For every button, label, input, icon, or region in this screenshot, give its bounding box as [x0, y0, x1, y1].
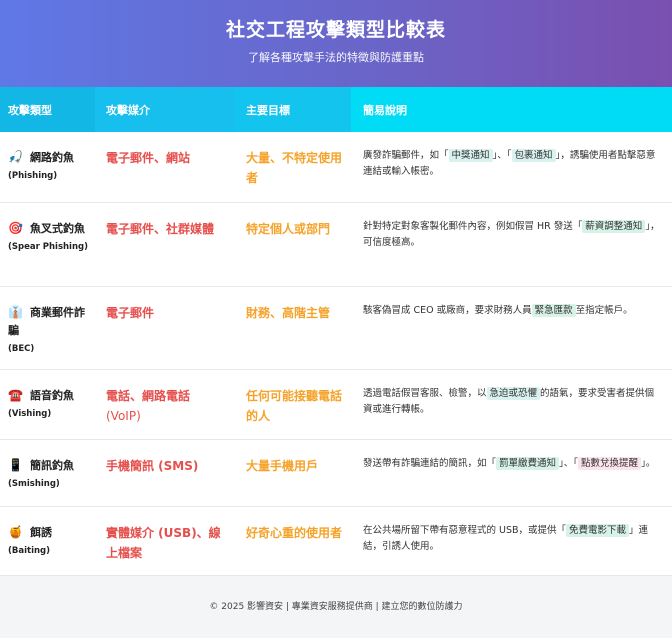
attack-type-english: (Phishing): [8, 171, 58, 181]
attack-type-cell: 🎯 魚叉式釣魚 (Spear Phishing): [0, 202, 95, 287]
highlight-tag: 包裹通知: [511, 149, 556, 162]
attack-type-cell: 🍯 餌誘 (Baiting): [0, 506, 95, 576]
attack-type-name: 語音釣魚: [30, 388, 74, 402]
telephone-icon: ☎️: [8, 387, 23, 402]
attack-type-cell: ☎️ 語音釣魚 (Vishing): [0, 369, 95, 440]
attack-type-cell: 🎣 網路釣魚 (Phishing): [0, 132, 95, 203]
table-row: 🍯 餌誘 (Baiting) 實體媒介 (USB)、線上檔案 好奇心重的使用者 在…: [0, 506, 672, 576]
attack-type-cell: 📱 簡訊釣魚 (Smishing): [0, 439, 95, 507]
table-row: 👔 商業郵件詐騙 (BEC) 電子郵件 財務、高階主管 駭客偽冒成 CEO 或廠商…: [0, 286, 672, 370]
column-header-description: 簡易說明: [351, 87, 672, 132]
table-row: 🎯 魚叉式釣魚 (Spear Phishing) 電子郵件、社群媒體 特定個人或部…: [0, 202, 672, 287]
highlight-tag: 薪資調整通知: [582, 219, 646, 233]
highlight-tag: 點數兌換提醒: [578, 456, 642, 470]
page-title: 社交工程攻擊類型比較表: [225, 19, 446, 41]
attack-target-cell: 財務、高階主管: [234, 286, 351, 370]
highlight-tag: 罰單繳費通知: [496, 456, 560, 470]
page-subtitle: 了解各種攻擊手法的特徵與防護重點: [248, 51, 424, 64]
attack-description-cell: 針對特定對象客製化郵件內容，例如假冒 HR 發送「 薪資調整通知 」，可信度極高。: [351, 202, 672, 287]
attack-target-cell: 大量、不特定使用者: [234, 132, 351, 203]
column-header-media: 攻擊媒介: [95, 87, 234, 132]
attack-target-cell: 任何可能接聽電話的人: [234, 369, 351, 440]
attack-type-name: 網路釣魚: [30, 151, 74, 164]
highlight-tag: 免費電影下載: [566, 523, 630, 537]
attack-type-english: (Vishing): [8, 408, 52, 419]
highlight-tag: 急迫或恐懼: [486, 386, 541, 400]
table-row: ☎️ 語音釣魚 (Vishing) 電話、網路電話 (VoIP) 任何可能接聽電話的…: [0, 369, 672, 440]
attack-description-cell: 透過電話假冒客服、檢警，以 急迫或恐懼 的語氣，要求受害者提供個資或進行轉帳。: [351, 369, 672, 440]
target-icon: 🎯: [8, 220, 23, 235]
attack-media-cell: 電話、網路電話 (VoIP): [95, 369, 234, 440]
table-header-row: 攻擊類型 攻擊媒介 主要目標 簡易說明: [0, 87, 672, 132]
highlight-tag: 緊急匯款: [531, 303, 576, 317]
attack-media-cell: 實體媒介 (USB)、線上檔案: [95, 506, 234, 576]
attack-description-cell: 在公共場所留下帶有惡意程式的 USB，或提供「 免費電影下載 」連結，引誘人使用。: [351, 506, 672, 576]
comparison-table: 攻擊類型 攻擊媒介 主要目標 簡易說明 🎣 網路釣魚 (Phishing) 電子郵…: [0, 87, 672, 576]
column-header-target: 主要目標: [234, 87, 351, 132]
attack-target-cell: 好奇心重的使用者: [234, 506, 351, 576]
attack-type-name: 簡訊釣魚: [30, 458, 74, 472]
necktie-icon: 👔: [8, 304, 23, 319]
attack-media-cell: 電子郵件、社群媒體: [95, 202, 234, 287]
attack-description-cell: 駭客偽冒成 CEO 或廠商，要求財務人員 緊急匯款 至指定帳戶。: [351, 286, 672, 370]
attack-type-cell: 👔 商業郵件詐騙 (BEC): [0, 286, 95, 370]
attack-type-english: (Spear Phishing): [8, 241, 88, 252]
table-row: 🎣 網路釣魚 (Phishing) 電子郵件、網站 大量、不特定使用者 廣發詐騙郵…: [0, 132, 672, 203]
attack-media-cell: 手機簡訊 (SMS): [95, 439, 234, 507]
attack-target-cell: 大量手機用戶: [234, 439, 351, 507]
column-header-type: 攻擊類型: [0, 87, 95, 132]
table-row: 📱 簡訊釣魚 (Smishing) 手機簡訊 (SMS) 大量手機用戶 發送帶有詐…: [0, 439, 672, 507]
attack-type-english: (Baiting): [8, 545, 51, 556]
attack-media-cell: 電子郵件、網站: [95, 132, 234, 203]
mobile-phone-icon: 📱: [8, 457, 23, 472]
highlight-tag: 中獎通知: [448, 149, 493, 162]
attack-type-name: 餌誘: [30, 525, 52, 539]
attack-target-cell: 特定個人或部門: [234, 202, 351, 287]
attack-type-name: 魚叉式釣魚: [30, 221, 85, 235]
attack-description-cell: 廣發詐騙郵件，如「 中獎通知 」、「 包裹通知 」，誘騙使用者點擊惡意連結或輸入帳密。: [351, 132, 672, 203]
attack-type-english: (BEC): [8, 343, 35, 354]
page-footer: © 2025 影響資安 | 專業資安服務提供商 | 建立您的數位防護力: [0, 575, 672, 632]
attack-description-cell: 發送帶有詐騙連結的簡訊，如「 罰單繳費通知 」、「 點數兌換提醒」。: [351, 439, 672, 507]
page-header: 社交工程攻擊類型比較表 了解各種攻擊手法的特徵與防護重點: [0, 0, 672, 87]
attack-type-english: (Smishing): [8, 478, 60, 489]
fishing-rod-icon: 🎣: [8, 150, 23, 164]
honey-pot-icon: 🍯: [8, 524, 23, 539]
attack-media-cell: 電子郵件: [95, 286, 234, 370]
